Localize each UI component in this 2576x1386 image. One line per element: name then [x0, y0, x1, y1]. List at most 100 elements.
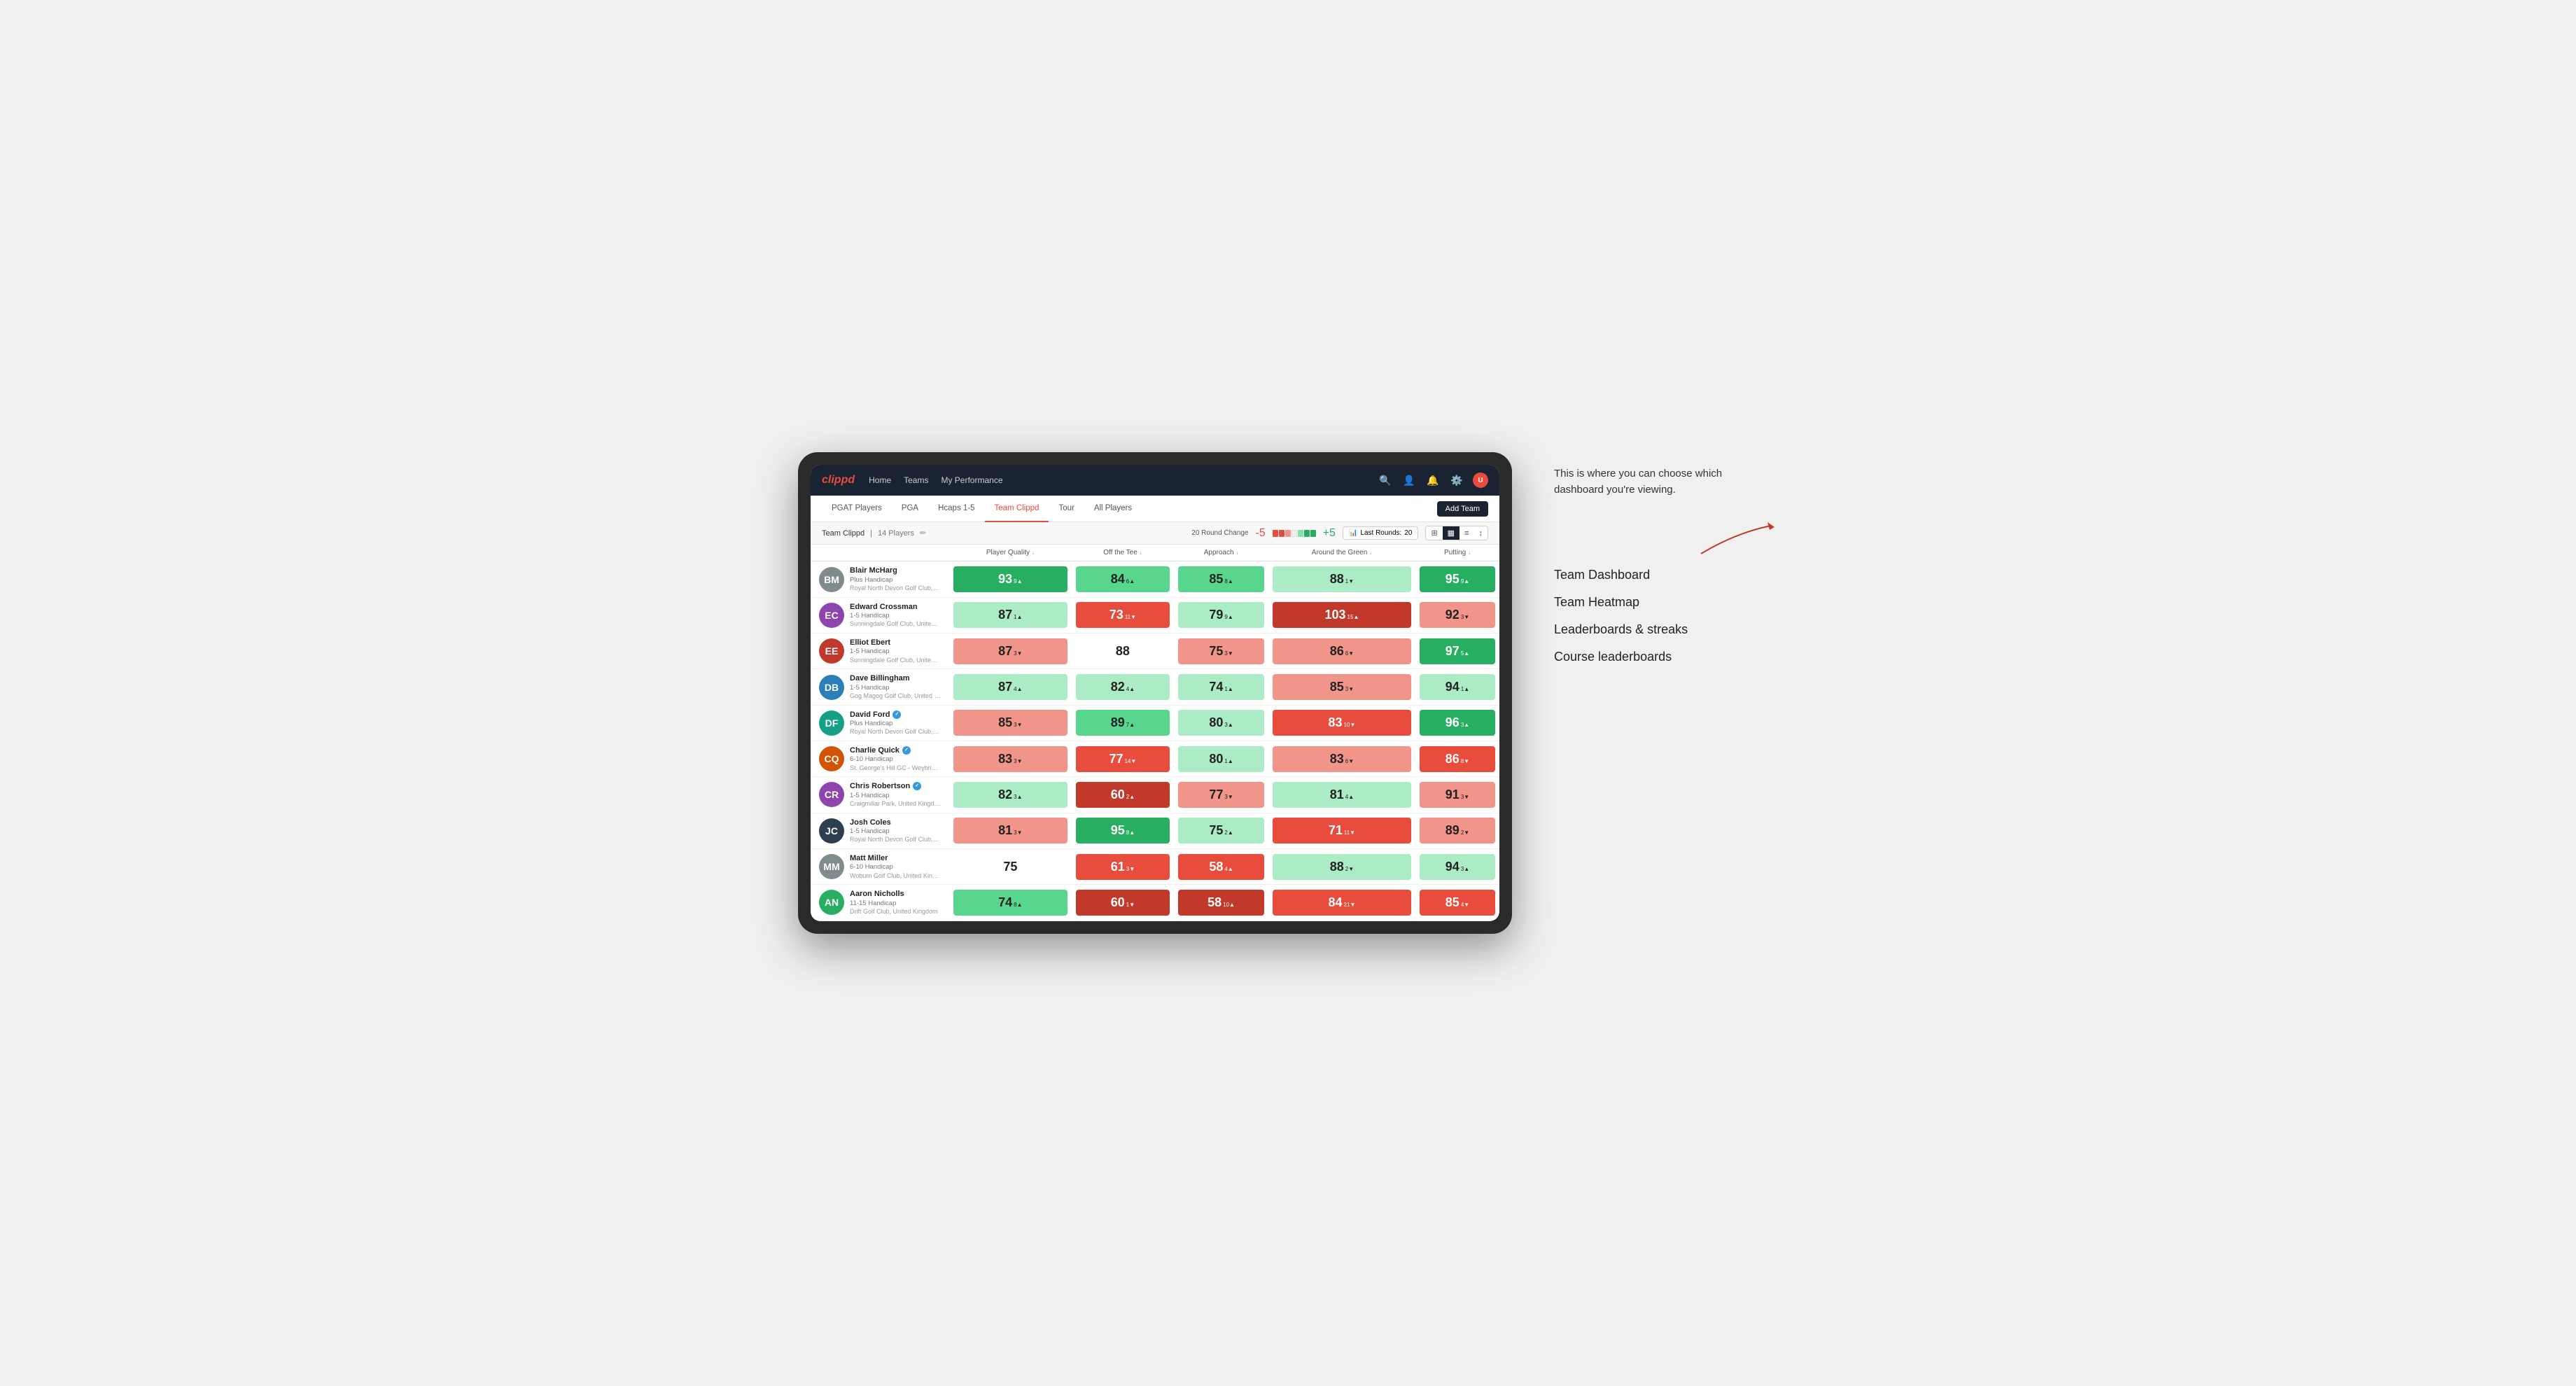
stat-number-6-4: 91 3▼ — [1424, 788, 1491, 802]
player-handicap-2: 1-5 Handicap — [850, 648, 941, 656]
stat-value-cell-4-3: 83 10▼ — [1273, 710, 1411, 736]
tab-pga[interactable]: PGA — [892, 496, 928, 522]
verified-icon-4: ✓ — [892, 710, 901, 719]
player-avatar-8: MM — [819, 854, 844, 879]
player-handicap-9: 11-15 Handicap — [850, 899, 938, 908]
stat-cell-1-3: 103 15▲ — [1268, 597, 1415, 633]
table-row[interactable]: BMBlair McHargPlus HandicapRoyal North D… — [811, 561, 1499, 597]
table-row[interactable]: CQCharlie Quick✓6-10 HandicapSt. George'… — [811, 741, 1499, 777]
stat-number-1-4: 92 3▼ — [1424, 608, 1491, 622]
table-row[interactable]: DBDave Billingham1-5 HandicapGog Magog G… — [811, 669, 1499, 705]
nav-home[interactable]: Home — [869, 475, 891, 485]
stat-value-cell-9-1: 60 1▼ — [1076, 890, 1170, 916]
team-separator: | — [870, 529, 872, 538]
stat-number-9-3: 84 21▼ — [1277, 895, 1407, 910]
stat-cell-0-4: 95 9▲ — [1415, 561, 1499, 597]
profile-icon[interactable]: 👤 — [1401, 472, 1417, 488]
last-rounds-button[interactable]: 📊 Last Rounds: 20 — [1343, 526, 1419, 540]
stat-value-cell-3-4: 94 1▲ — [1420, 674, 1495, 700]
stat-cell-8-2: 58 4▲ — [1174, 848, 1268, 884]
stat-number-7-4: 89 2▼ — [1424, 823, 1491, 838]
col-off-tee-header[interactable]: Off the Tee ↓ — [1072, 545, 1175, 561]
stat-cell-5-1: 77 14▼ — [1072, 741, 1175, 777]
stat-cell-8-1: 61 3▼ — [1072, 848, 1175, 884]
search-icon[interactable]: 🔍 — [1378, 472, 1393, 488]
col-putting-header[interactable]: Putting ↓ — [1415, 545, 1499, 561]
add-team-button[interactable]: Add Team — [1437, 501, 1488, 517]
stat-value-cell-8-3: 88 2▼ — [1273, 854, 1411, 880]
tab-tour[interactable]: Tour — [1049, 496, 1084, 522]
grid-view-button[interactable]: ⊞ — [1426, 526, 1442, 540]
player-handicap-3: 1-5 Handicap — [850, 684, 941, 692]
stat-change-3-0: 4▲ — [1014, 686, 1022, 692]
stat-cell-1-1: 73 11▼ — [1072, 597, 1175, 633]
dashboard-options: Team DashboardTeam HeatmapLeaderboards &… — [1554, 568, 1778, 664]
col-player-quality-header[interactable]: Player Quality ↓ — [949, 545, 1072, 561]
dashboard-option-1: Team Heatmap — [1554, 595, 1778, 610]
col-around-green-header[interactable]: Around the Green ↓ — [1268, 545, 1415, 561]
stat-number-6-2: 77 3▼ — [1182, 788, 1260, 802]
stat-change-0-2: 8▲ — [1224, 578, 1233, 584]
stat-number-9-4: 85 4▼ — [1424, 895, 1491, 910]
stat-change-8-4: 3▲ — [1461, 866, 1469, 872]
list-view-button[interactable]: ≡ — [1460, 526, 1474, 540]
edit-icon[interactable]: ✏ — [920, 528, 926, 538]
stat-number-0-2: 85 8▲ — [1182, 572, 1260, 587]
table-row[interactable]: CRChris Robertson✓1-5 HandicapCraigmilla… — [811, 777, 1499, 813]
tab-pgat-players[interactable]: PGAT Players — [822, 496, 892, 522]
stat-value-cell-2-0: 87 3▼ — [953, 638, 1068, 664]
stat-value-cell-6-0: 82 3▲ — [953, 782, 1068, 808]
tab-hcaps[interactable]: Hcaps 1-5 — [928, 496, 984, 522]
tab-all-players[interactable]: All Players — [1084, 496, 1142, 522]
bell-icon[interactable]: 🔔 — [1425, 472, 1441, 488]
stat-value-cell-4-2: 80 3▲ — [1178, 710, 1264, 736]
sort-button[interactable]: ↕ — [1474, 526, 1488, 540]
stat-change-9-4: 4▼ — [1461, 902, 1469, 908]
stat-value-cell-7-3: 71 11▼ — [1273, 818, 1411, 844]
stat-number-7-2: 75 2▲ — [1182, 823, 1260, 838]
nav-teams[interactable]: Teams — [904, 475, 928, 485]
tab-team-clippd[interactable]: Team Clippd — [985, 496, 1049, 522]
player-name-3: Dave Billingham — [850, 673, 941, 683]
nav-my-performance[interactable]: My Performance — [941, 475, 1002, 485]
stat-change-1-1: 11▼ — [1125, 614, 1136, 620]
stat-number-0-3: 88 1▼ — [1277, 572, 1407, 587]
stat-number-2-3: 86 6▼ — [1277, 644, 1407, 659]
stat-cell-5-4: 86 8▼ — [1415, 741, 1499, 777]
players-tbody: BMBlair McHargPlus HandicapRoyal North D… — [811, 561, 1499, 920]
stat-number-0-0: 93 9▲ — [958, 572, 1063, 587]
settings-icon[interactable]: ⚙️ — [1449, 472, 1464, 488]
table-row[interactable]: MMMatt Miller6-10 HandicapWoburn Golf Cl… — [811, 848, 1499, 884]
table-row[interactable]: ANAaron Nicholls11-15 HandicapDrift Golf… — [811, 885, 1499, 920]
last-rounds-value: 20 — [1404, 529, 1412, 537]
stat-cell-0-0: 93 9▲ — [949, 561, 1072, 597]
heat-seg-5 — [1298, 530, 1303, 537]
stat-value-cell-9-0: 74 8▲ — [953, 890, 1068, 916]
stat-cell-6-1: 60 2▲ — [1072, 777, 1175, 813]
col-approach-header[interactable]: Approach ↓ — [1174, 545, 1268, 561]
stat-change-1-3: 15▲ — [1348, 614, 1359, 620]
stat-value-cell-0-1: 84 6▲ — [1076, 566, 1170, 592]
player-avatar-6: CR — [819, 782, 844, 807]
team-bar: Team Clippd | 14 Players ✏ 20 Round Chan… — [811, 522, 1499, 545]
heatmap-view-button[interactable]: ▦ — [1443, 526, 1460, 540]
stat-value-cell-5-3: 83 6▼ — [1273, 746, 1411, 772]
player-club-0: Royal North Devon Golf Club, United King… — [850, 584, 941, 593]
player-name-1: Edward Crossman — [850, 602, 941, 612]
stat-cell-5-3: 83 6▼ — [1268, 741, 1415, 777]
table-row[interactable]: JCJosh Coles1-5 HandicapRoyal North Devo… — [811, 813, 1499, 848]
logo: clippd — [822, 474, 855, 486]
dashboard-option-0: Team Dashboard — [1554, 568, 1778, 582]
stat-number-0-1: 84 6▲ — [1080, 572, 1166, 587]
stat-cell-3-0: 87 4▲ — [949, 669, 1072, 705]
table-row[interactable]: DFDavid Ford✓Plus HandicapRoyal North De… — [811, 705, 1499, 741]
table-row[interactable]: ECEdward Crossman1-5 HandicapSunningdale… — [811, 597, 1499, 633]
stat-value-cell-7-4: 89 2▼ — [1420, 818, 1495, 844]
avatar-icon[interactable]: U — [1473, 472, 1488, 488]
stat-cell-7-4: 89 2▼ — [1415, 813, 1499, 848]
stat-change-4-1: 7▲ — [1126, 722, 1135, 728]
table-row[interactable]: EEElliot Ebert1-5 HandicapSunningdale Go… — [811, 634, 1499, 669]
stat-change-1-4: 3▼ — [1461, 614, 1469, 620]
stat-value-cell-4-4: 96 3▲ — [1420, 710, 1495, 736]
scrollable-content[interactable]: Player Quality ↓ Off the Tee ↓ Approach … — [811, 545, 1499, 920]
